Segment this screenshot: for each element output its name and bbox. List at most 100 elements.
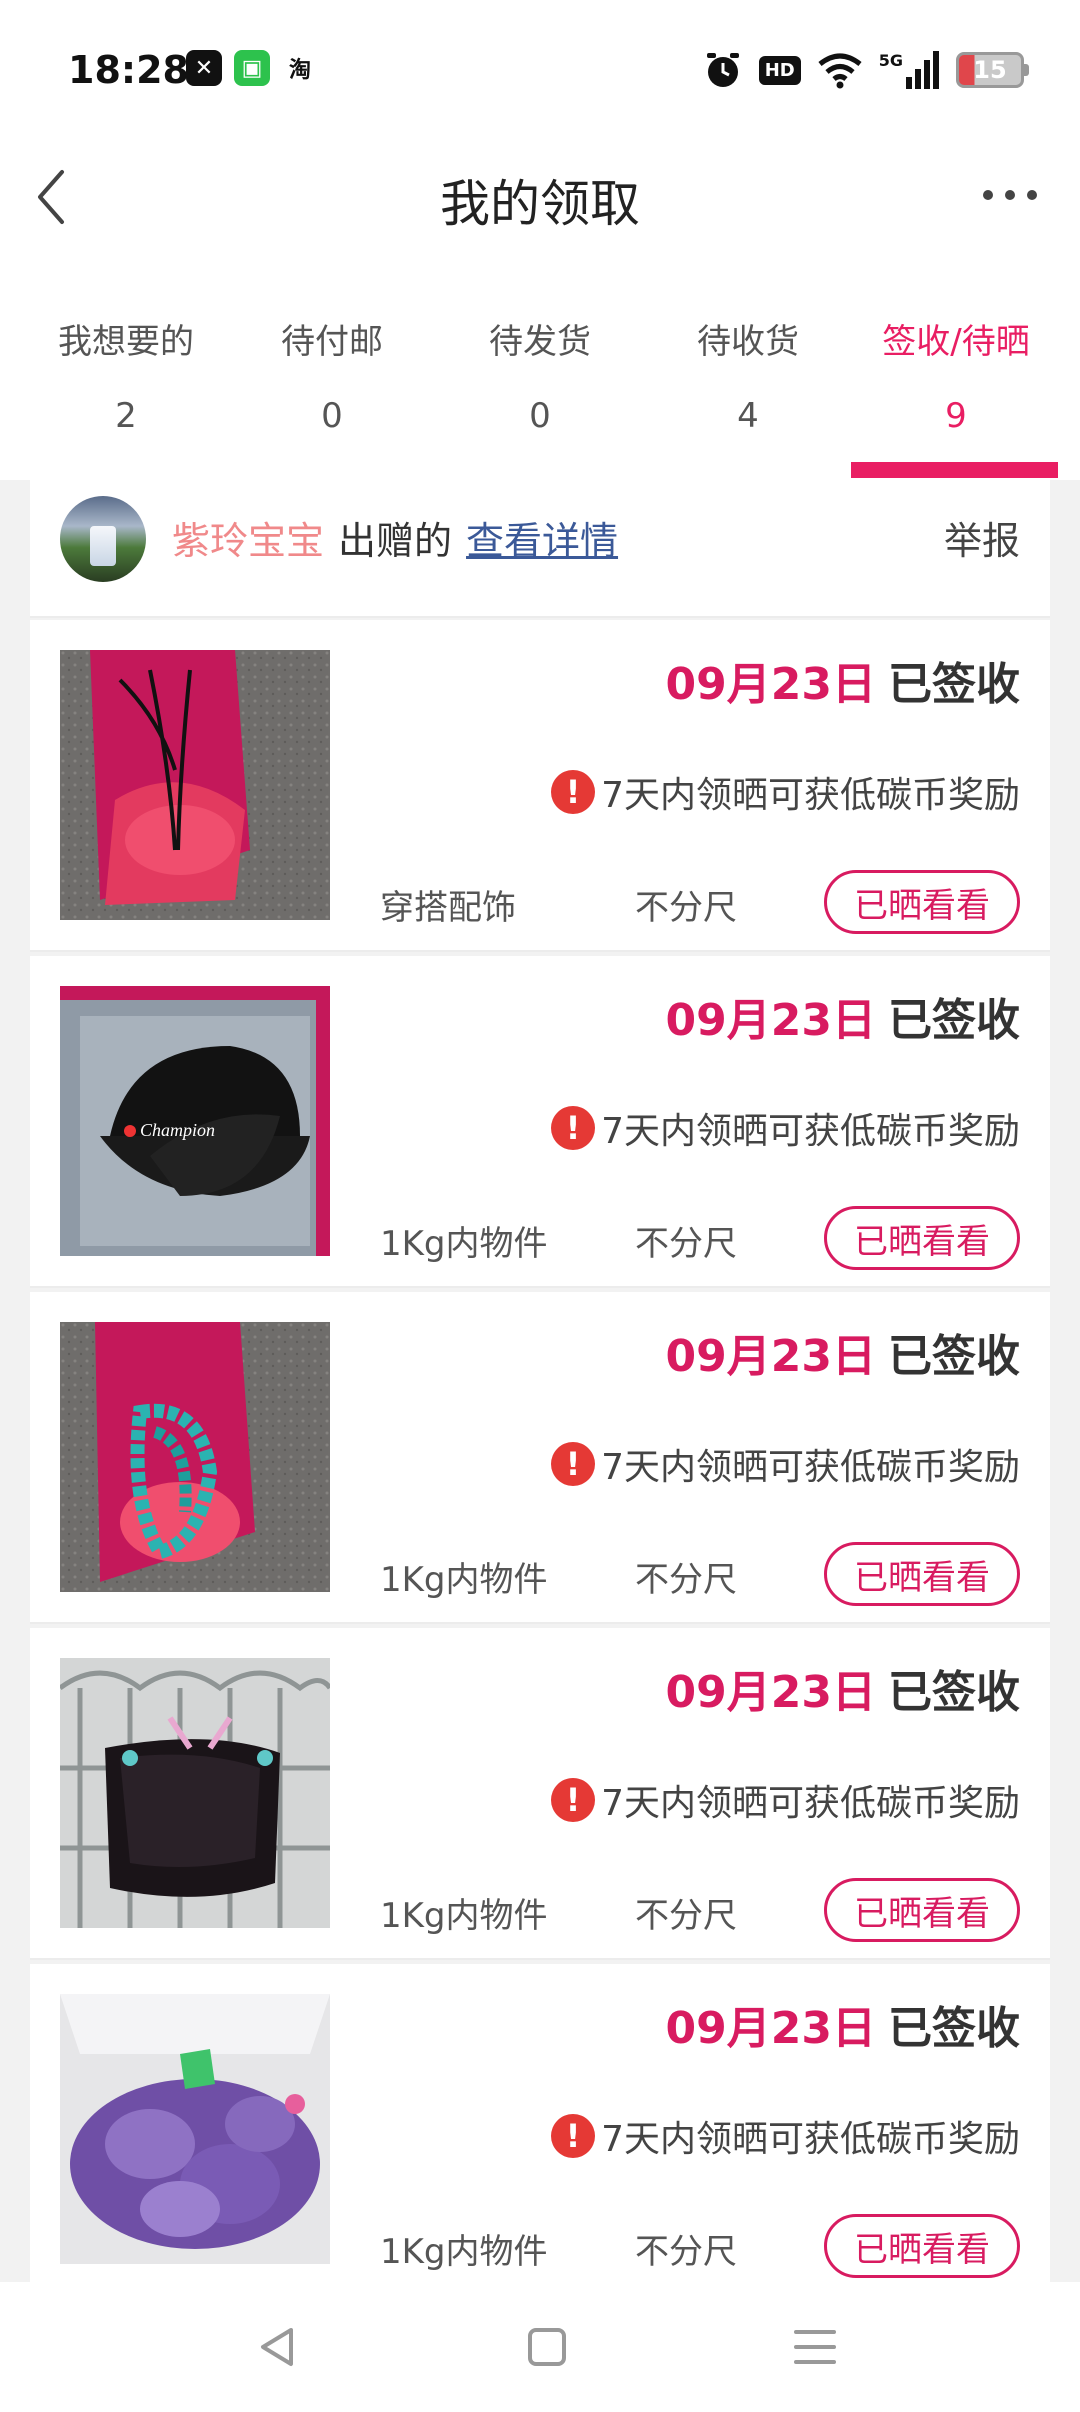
reward-notice: ! 7天内领晒可获低碳币奖励: [551, 1102, 1020, 1154]
item-image[interactable]: [60, 1994, 330, 2264]
view-shared-button[interactable]: 已晒看看: [824, 1542, 1020, 1606]
item-size: 不分尺: [635, 1896, 737, 1936]
reward-notice-text: 7天内领晒可获低碳币奖励: [601, 1447, 1020, 1488]
list-item[interactable]: 09月23日 已签收 ! 7天内领晒可获低碳币奖励 穿搭配饰 不分尺 已晒看看: [30, 620, 1050, 952]
tab-pending-postage[interactable]: 待付邮 0: [228, 314, 436, 436]
item-date-status: 09月23日 已签收: [666, 984, 1020, 1048]
item-date: 09月23日: [665, 1331, 876, 1382]
item-category: 1Kg内物件: [380, 1224, 548, 1264]
warning-icon: !: [551, 1778, 596, 1822]
wifi-icon: [818, 53, 862, 89]
item-date-status: 09月23日 已签收: [666, 1992, 1020, 2056]
reward-notice: ! 7天内领晒可获低碳币奖励: [551, 2110, 1020, 2162]
item-date: 09月23日: [665, 2003, 876, 2054]
reward-notice: ! 7天内领晒可获低碳币奖励: [551, 1774, 1020, 1826]
alarm-icon: [706, 53, 739, 87]
item-date-status: 09月23日 已签收: [666, 1656, 1020, 1720]
item-category: 1Kg内物件: [380, 1896, 548, 1936]
tab-count: 9: [945, 396, 967, 436]
tab-signed-to-share[interactable]: 签收/待晒 9: [852, 314, 1060, 436]
view-shared-button[interactable]: 已晒看看: [824, 1206, 1020, 1270]
view-shared-button[interactable]: 已晒看看: [824, 1878, 1020, 1942]
more-icon[interactable]: [980, 180, 1040, 210]
tab-pending-shipment[interactable]: 待发货 0: [436, 314, 644, 436]
list-item[interactable]: 09月23日 已签收 ! 7天内领晒可获低碳币奖励 1Kg内物件 不分尺 已晒看看: [30, 1628, 1050, 1960]
view-details-link[interactable]: 查看详情: [466, 510, 618, 565]
warning-icon: !: [551, 770, 596, 814]
tab-bar: 我想要的 2 待付邮 0 待发货 0 待收货 4 签收/待晒 9: [0, 290, 1080, 480]
item-category: 1Kg内物件: [380, 1560, 548, 1600]
tab-pending-receipt[interactable]: 待收货 4: [644, 314, 852, 436]
item-image[interactable]: [60, 1322, 330, 1592]
tab-label: 我想要的: [58, 322, 194, 362]
item-status: 已签收: [888, 1667, 1020, 1718]
donor-row: 紫玲宝宝 出赠的 查看详情 举报: [30, 480, 1050, 618]
reward-notice: ! 7天内领晒可获低碳币奖励: [551, 766, 1020, 818]
item-category: 穿搭配饰: [380, 888, 516, 928]
item-date: 09月23日: [665, 659, 876, 710]
view-shared-button[interactable]: 已晒看看: [824, 2214, 1020, 2278]
status-time: 18:28: [68, 48, 189, 92]
item-size: 不分尺: [635, 888, 737, 928]
capcut-icon: ✕: [186, 50, 222, 86]
network-label: 5G: [878, 51, 903, 70]
svg-text:Champion: Champion: [140, 1120, 215, 1140]
status-bar: 18:28 ✕ ▣ 淘 HD 5G 15: [0, 0, 1080, 140]
item-status: 已签收: [888, 995, 1020, 1046]
reward-notice-text: 7天内领晒可获低碳币奖励: [601, 1783, 1020, 1824]
list-item[interactable]: Champion 09月23日 已签收 ! 7天内领晒可获低碳币奖励 1Kg内物件 …: [30, 956, 1050, 1288]
item-status: 已签收: [888, 2003, 1020, 2054]
donor-name[interactable]: 紫玲宝宝: [172, 510, 324, 565]
taobao-icon: 淘: [288, 58, 311, 83]
warning-icon: !: [551, 1106, 596, 1150]
system-nav-bar: [0, 2282, 1080, 2412]
item-image[interactable]: Champion: [60, 986, 330, 1256]
item-size: 不分尺: [635, 2232, 737, 2272]
avatar[interactable]: [60, 496, 146, 582]
nav-back-icon[interactable]: [253, 2322, 303, 2372]
tab-count: 2: [115, 396, 137, 436]
signal-icon: [906, 51, 939, 89]
view-shared-button[interactable]: 已晒看看: [824, 870, 1020, 934]
reward-notice-text: 7天内领晒可获低碳币奖励: [601, 2119, 1020, 2160]
item-status: 已签收: [888, 659, 1020, 710]
tab-label: 待发货: [489, 322, 591, 362]
donor-verb: 出赠的: [338, 519, 453, 563]
content-list: 紫玲宝宝 出赠的 查看详情 举报 09月23日 已签收 ! 7天内领晒可获低碳币奖励…: [0, 480, 1080, 2282]
tab-label: 待收货: [697, 322, 799, 362]
reward-notice: ! 7天内领晒可获低碳币奖励: [551, 1438, 1020, 1490]
warning-icon: !: [551, 1442, 596, 1486]
tab-count: 0: [321, 396, 343, 436]
tab-label: 签收/待晒: [882, 322, 1030, 362]
item-image[interactable]: [60, 1658, 330, 1928]
item-date-status: 09月23日 已签收: [666, 1320, 1020, 1384]
item-image[interactable]: [60, 650, 330, 920]
nav-home-icon[interactable]: [522, 2322, 572, 2372]
active-tab-indicator: [851, 462, 1058, 478]
tab-count: 4: [737, 396, 759, 436]
warning-icon: !: [551, 2114, 596, 2158]
item-date: 09月23日: [665, 1667, 876, 1718]
item-size: 不分尺: [635, 1224, 737, 1264]
report-link[interactable]: 举报: [944, 510, 1020, 565]
list-item[interactable]: 09月23日 已签收 ! 7天内领晒可获低碳币奖励 1Kg内物件 不分尺 已晒看看: [30, 1292, 1050, 1624]
status-icons: HD 5G 15: [703, 48, 1029, 92]
tab-want[interactable]: 我想要的 2: [22, 314, 230, 436]
item-date-status: 09月23日 已签收: [666, 648, 1020, 712]
battery-icon: 15: [956, 52, 1029, 88]
network-5g: 5G: [879, 51, 940, 89]
list-item[interactable]: 09月23日 已签收 ! 7天内领晒可获低碳币奖励 1Kg内物件 不分尺 已晒看看: [30, 1964, 1050, 2282]
reward-notice-text: 7天内领晒可获低碳币奖励: [601, 775, 1020, 816]
item-date: 09月23日: [665, 995, 876, 1046]
item-category: 1Kg内物件: [380, 2232, 548, 2272]
hd-badge: HD: [758, 55, 801, 85]
reward-notice-text: 7天内领晒可获低碳币奖励: [601, 1111, 1020, 1152]
tab-count: 0: [529, 396, 551, 436]
item-size: 不分尺: [635, 1560, 737, 1600]
battery-level: 15: [973, 56, 1007, 84]
nav-menu-icon[interactable]: [790, 2322, 840, 2372]
header: 我的领取: [0, 140, 1080, 250]
page-title: 我的领取: [440, 175, 640, 233]
wechat-icon: ▣: [234, 50, 270, 86]
item-status: 已签收: [888, 1331, 1020, 1382]
